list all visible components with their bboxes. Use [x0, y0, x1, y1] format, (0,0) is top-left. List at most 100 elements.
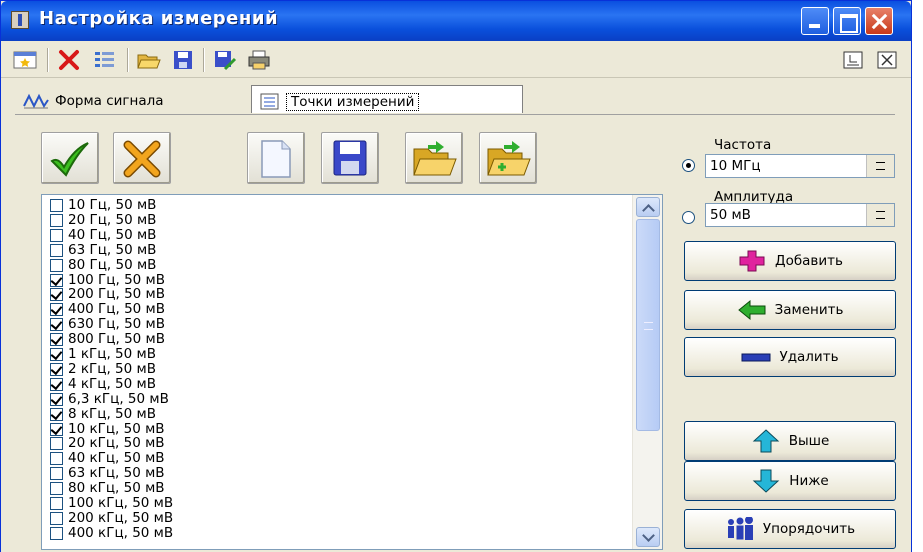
- list-settings-icon[interactable]: [93, 49, 117, 71]
- list-item-checkbox[interactable]: [50, 452, 63, 466]
- measurement-points-list[interactable]: 10 Гц, 50 мВ 20 Гц, 50 мВ 40 Гц, 50 мВ 63 Г…: [41, 194, 663, 550]
- list-item-label: 6,3 кГц, 50 мВ: [68, 390, 169, 407]
- list-item-label: 100 кГц, 50 мВ: [68, 495, 174, 511]
- scroll-down-button[interactable]: [636, 527, 660, 547]
- delete-button[interactable]: Удалить: [684, 337, 896, 377]
- list-item[interactable]: 2 кГц, 50 мВ: [50, 362, 156, 377]
- list-item-checkbox[interactable]: [50, 288, 63, 302]
- list-item-checkbox[interactable]: [50, 482, 63, 496]
- sort-button[interactable]: Упорядочить: [684, 509, 896, 549]
- list-item[interactable]: 63 Гц, 50 мВ: [50, 243, 156, 258]
- amplitude-radio[interactable]: [682, 211, 695, 224]
- list-item-checkbox[interactable]: [50, 199, 63, 212]
- list-item-checkbox[interactable]: [50, 273, 63, 287]
- list-item-checkbox[interactable]: [50, 213, 63, 227]
- amplitude-spinbox[interactable]: 50 мВ: [705, 203, 895, 227]
- list-item[interactable]: 20 кГц, 50 мВ: [50, 436, 165, 451]
- save-file-button[interactable]: [321, 132, 379, 184]
- list-item-checkbox[interactable]: [50, 407, 63, 421]
- minus-icon: [741, 353, 771, 362]
- list-item-checkbox[interactable]: [50, 333, 63, 347]
- list-item[interactable]: 100 Гц, 50 мВ: [50, 273, 165, 288]
- list-item[interactable]: 4 кГц, 50 мВ: [50, 377, 156, 392]
- replace-button[interactable]: Заменить: [684, 290, 896, 330]
- list-item-checkbox[interactable]: [50, 497, 63, 510]
- list-item-checkbox[interactable]: [50, 467, 63, 481]
- scroll-thumb[interactable]: [636, 219, 660, 431]
- list-item-checkbox[interactable]: [50, 243, 63, 257]
- delete-icon[interactable]: [57, 49, 81, 71]
- add-button[interactable]: Добавить: [684, 241, 896, 281]
- list-item-label: 63 кГц, 50 мВ: [68, 465, 165, 482]
- list-item-checkbox[interactable]: [50, 377, 63, 391]
- minimize-button[interactable]: [801, 7, 829, 35]
- new-file-button[interactable]: [247, 132, 305, 184]
- list-item[interactable]: 80 кГц, 50 мВ: [50, 481, 165, 496]
- title-bar[interactable]: Настройка измерений: [1, 1, 911, 41]
- list-item-checkbox[interactable]: [50, 392, 63, 406]
- list-item-checkbox[interactable]: [50, 526, 63, 540]
- list-item[interactable]: 40 Гц, 50 мВ: [50, 228, 156, 243]
- list-item[interactable]: 10 кГц, 50 мВ: [50, 422, 165, 437]
- list-item-label: 10 кГц, 50 мВ: [68, 420, 165, 437]
- move-up-button[interactable]: Выше: [684, 421, 896, 461]
- open-folder-icon[interactable]: [137, 49, 161, 71]
- amplitude-spin-buttons[interactable]: [866, 204, 894, 226]
- maximize-button[interactable]: [833, 7, 861, 35]
- frequency-radio[interactable]: [682, 159, 695, 172]
- window-icon[interactable]: [13, 49, 37, 71]
- scroll-up-button[interactable]: [636, 197, 660, 217]
- list-item-checkbox[interactable]: [50, 228, 63, 242]
- list-item[interactable]: 40 кГц, 50 мВ: [50, 451, 165, 466]
- move-down-button-label: Ниже: [789, 473, 829, 489]
- close-button[interactable]: [865, 7, 893, 35]
- move-up-button-label: Выше: [788, 433, 830, 449]
- save-as-icon[interactable]: [213, 49, 237, 71]
- open-folder-icon: [413, 141, 457, 176]
- list-item-checkbox[interactable]: [50, 437, 63, 451]
- list-item[interactable]: 8 кГц, 50 мВ: [50, 407, 156, 422]
- list-item[interactable]: 6,3 кГц, 50 мВ: [50, 392, 169, 407]
- accept-button[interactable]: [41, 132, 99, 184]
- arrow-down-icon: [753, 469, 780, 493]
- list-item[interactable]: 1 кГц, 50 мВ: [50, 347, 156, 362]
- list-item[interactable]: 63 кГц, 50 мВ: [50, 466, 165, 481]
- list-item-checkbox[interactable]: [50, 511, 63, 525]
- measurement-points-icon: [260, 93, 279, 109]
- list-item-label: 20 Гц, 50 мВ: [68, 211, 157, 228]
- list-item[interactable]: 400 кГц, 50 мВ: [50, 526, 173, 541]
- list-item-checkbox[interactable]: [50, 303, 63, 317]
- list-item[interactable]: 800 Гц, 50 мВ: [50, 332, 165, 347]
- list-item-checkbox[interactable]: [50, 362, 63, 376]
- print-icon[interactable]: [247, 49, 271, 71]
- people-sort-icon: [727, 517, 753, 540]
- save-icon[interactable]: [171, 49, 195, 71]
- list-item-checkbox[interactable]: [50, 422, 63, 436]
- list-item[interactable]: 630 Гц, 50 мВ: [50, 317, 165, 332]
- vertical-scrollbar[interactable]: [632, 195, 662, 549]
- tab-measurement-points[interactable]: Точки измерений: [251, 85, 523, 113]
- frequency-spin-buttons[interactable]: [866, 155, 894, 177]
- list-item[interactable]: 20 Гц, 50 мВ: [50, 213, 156, 228]
- list-item[interactable]: 10 Гц, 50 мВ: [50, 198, 156, 213]
- open-folder-button[interactable]: [405, 132, 463, 184]
- list-item-checkbox[interactable]: [50, 258, 63, 272]
- list-item[interactable]: 200 кГц, 50 мВ: [50, 511, 173, 526]
- list-item[interactable]: 80 Гц, 50 мВ: [50, 258, 156, 273]
- toolbar-separator: [203, 48, 205, 72]
- close-panel-icon[interactable]: [875, 49, 899, 71]
- list-item-checkbox[interactable]: [50, 318, 63, 332]
- frequency-spinbox[interactable]: 10 МГц: [705, 154, 895, 178]
- list-item-label: 630 Гц, 50 мВ: [68, 316, 165, 333]
- list-item[interactable]: 200 Гц, 50 мВ: [50, 287, 165, 302]
- move-down-button[interactable]: Ниже: [684, 461, 896, 501]
- tab-signal-form[interactable]: Форма сигнала: [15, 85, 245, 113]
- list-item[interactable]: 400 Гц, 50 мВ: [50, 302, 165, 317]
- list-item-checkbox[interactable]: [50, 348, 63, 361]
- list-item[interactable]: 100 кГц, 50 мВ: [50, 496, 173, 511]
- frequency-label: Частота: [714, 137, 772, 153]
- cancel-button[interactable]: [113, 132, 171, 184]
- append-folder-button[interactable]: [479, 132, 537, 184]
- toolbar-separator: [127, 48, 129, 72]
- restore-panel-icon[interactable]: [841, 49, 865, 71]
